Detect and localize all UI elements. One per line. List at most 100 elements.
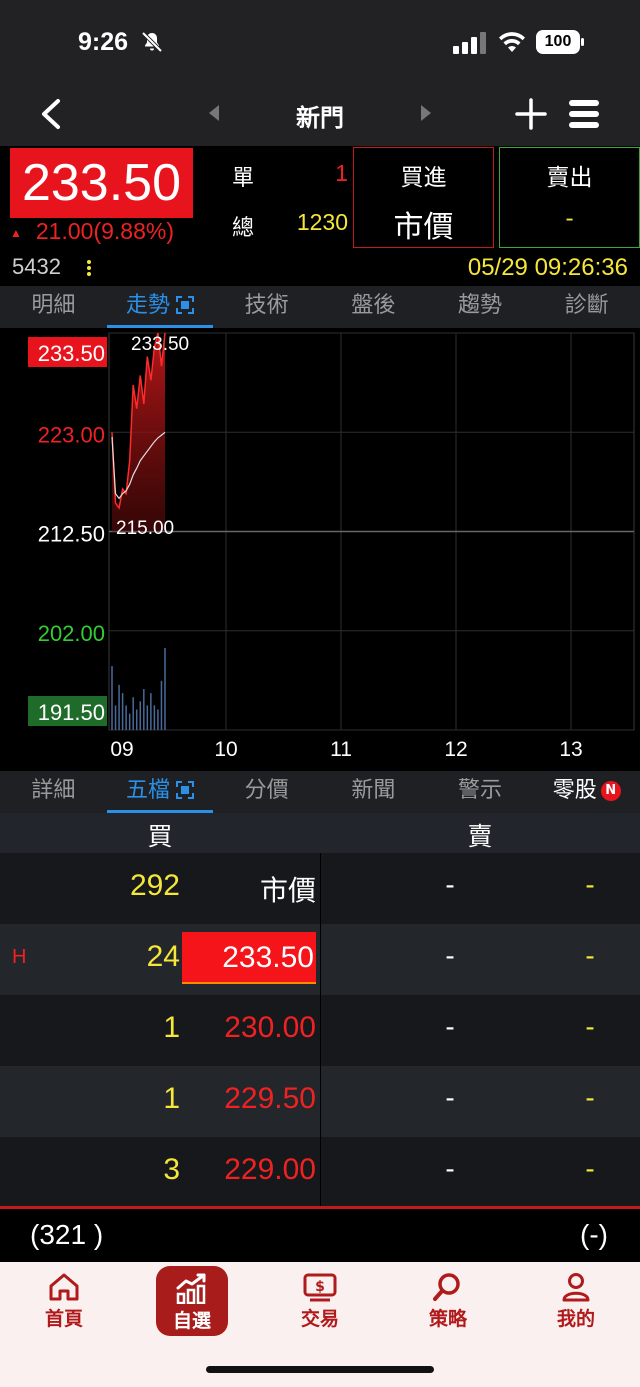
x-tick-label: 13: [559, 738, 582, 761]
cellular-signal-icon: [453, 32, 486, 54]
trade-icon: $: [303, 1273, 337, 1302]
bid-price[interactable]: 229.50: [182, 1082, 316, 1116]
ask-quantity: -: [585, 1153, 595, 1184]
watchlist-chart-icon: [176, 1273, 206, 1304]
nav-profile[interactable]: 我的: [531, 1272, 621, 1352]
stock-nav-bar: 新門: [0, 88, 640, 146]
x-tick-label: 11: [330, 738, 352, 761]
order-book-divider: [320, 853, 321, 1207]
svg-text:$: $: [315, 1279, 325, 1295]
ask-price[interactable]: -: [430, 940, 470, 972]
tab-details[interactable]: 明細: [0, 286, 107, 328]
bid-price[interactable]: 233.50: [182, 932, 316, 984]
expand-icon[interactable]: [176, 781, 195, 799]
battery-level: 100: [544, 33, 572, 50]
tab-price-volume[interactable]: 分價: [213, 771, 320, 813]
expand-icon[interactable]: [176, 296, 195, 314]
tab-after-hours[interactable]: 盤後: [320, 286, 427, 328]
x-tick-label: 09: [110, 738, 133, 761]
ask-quantity: -: [585, 1082, 595, 1113]
buy-label: 買進: [400, 165, 447, 191]
bell-muted-icon: [141, 31, 163, 53]
ask-price[interactable]: -: [430, 1153, 470, 1185]
tab-technical[interactable]: 技術: [213, 286, 320, 328]
nav-watchlist-label: 自選: [172, 1310, 211, 1332]
tab-alerts[interactable]: 警示: [427, 771, 534, 813]
ask-quantity: -: [585, 1011, 595, 1042]
bid-quantity: 1: [163, 1082, 180, 1115]
ask-price[interactable]: -: [430, 1011, 470, 1043]
add-icon[interactable]: [514, 96, 548, 132]
nav-profile-label: 我的: [556, 1308, 595, 1330]
row-mark: H: [12, 946, 27, 968]
back-arrow-icon[interactable]: [36, 96, 68, 132]
sell-label: 賣出: [546, 165, 593, 191]
nav-strategy[interactable]: 策略: [403, 1272, 493, 1352]
order-book-totals: (321 ) (-): [0, 1206, 640, 1258]
tab-five-levels[interactable]: 五檔: [106, 771, 214, 813]
y-tick-label: 212.50: [38, 522, 105, 547]
bid-quantity: 24: [146, 940, 180, 973]
order-book-header: 買 賣: [0, 813, 640, 853]
chart-tabs: 明細 走勢 技術 盤後 趨勢 診斷: [0, 286, 640, 328]
low-price-label: 215.00: [116, 518, 174, 539]
bid-quantity: 3: [163, 1153, 180, 1186]
more-dots-icon[interactable]: [86, 259, 92, 277]
price-change-value: 21.00(9.88%): [35, 218, 174, 244]
sell-button[interactable]: 賣出 -: [499, 147, 640, 248]
bid-price[interactable]: 市價: [182, 869, 316, 909]
total-volume-label: 總: [232, 216, 255, 241]
bid-quantity: 1: [163, 1011, 180, 1044]
tab-trend[interactable]: 走勢: [106, 286, 214, 328]
up-triangle-icon: ▲: [10, 225, 22, 240]
y-tick-label: 223.00: [38, 422, 105, 447]
stock-code[interactable]: 5432: [12, 254, 61, 280]
nav-watchlist[interactable]: 自選: [156, 1266, 228, 1336]
book-tabs: 詳細 五檔 分價 新聞 警示 零股 N: [0, 771, 640, 813]
quote-header: 233.50 ▲ 21.00(9.88%) 單 1 總 1230 買進 市價 賣出…: [0, 146, 640, 286]
total-volume-value: 1230: [296, 209, 348, 235]
nav-home[interactable]: 首頁: [19, 1272, 109, 1352]
sell-side-header: 賣: [467, 822, 493, 851]
y-tick-label: 202.00: [38, 621, 105, 646]
y-tick-label: 233.50: [38, 341, 105, 366]
previous-stock-icon[interactable]: [206, 104, 222, 122]
sell-price: -: [565, 206, 574, 232]
bid-price[interactable]: 230.00: [182, 1011, 316, 1045]
nav-home-label: 首頁: [44, 1308, 83, 1330]
new-badge: N: [600, 781, 621, 801]
x-tick-label: 10: [214, 738, 237, 761]
ask-price[interactable]: -: [430, 1082, 470, 1114]
buy-button[interactable]: 買進 市價: [353, 147, 494, 248]
ask-quantity: -: [585, 940, 595, 971]
nav-trade[interactable]: $ 交易: [275, 1272, 365, 1352]
ask-quantity: -: [585, 869, 595, 900]
bid-quantity: 292: [129, 869, 180, 902]
intraday-chart[interactable]: 233.50 223.00 212.50 202.00 191.50 09 10 11 12 13…: [0, 328, 640, 770]
tab-odd-lot[interactable]: 零股 N: [533, 771, 640, 813]
y-tick-label: 191.50: [38, 700, 105, 725]
status-time: 9:26: [78, 28, 129, 56]
single-volume-value: 1: [335, 160, 348, 186]
home-indicator: [206, 1366, 434, 1373]
next-stock-icon[interactable]: [418, 104, 434, 122]
tab-trend-analysis[interactable]: 趨勢: [427, 286, 534, 328]
nav-trade-label: 交易: [300, 1308, 339, 1330]
wifi-icon: [499, 32, 525, 52]
quote-timestamp: 05/29 09:26:36: [467, 254, 628, 281]
high-price-label: 233.50: [131, 334, 189, 355]
ask-price[interactable]: -: [430, 869, 470, 901]
menu-icon[interactable]: [568, 98, 600, 130]
last-price: 233.50: [10, 148, 193, 218]
nav-strategy-label: 策略: [428, 1308, 467, 1330]
buy-price: 市價: [393, 210, 454, 245]
home-icon: [49, 1273, 79, 1301]
intraday-chart-svg: 233.50 223.00 212.50 202.00 191.5009 10 11 12 13…: [28, 332, 635, 761]
bid-price[interactable]: 229.00: [182, 1153, 316, 1187]
tab-news[interactable]: 新聞: [320, 771, 427, 813]
x-tick-label: 12: [444, 738, 467, 761]
status-bar: 9:26 100: [0, 0, 640, 88]
bid-total: (321 ): [30, 1219, 104, 1250]
tab-diagnosis[interactable]: 診斷: [533, 286, 640, 328]
tab-info[interactable]: 詳細: [0, 771, 107, 813]
